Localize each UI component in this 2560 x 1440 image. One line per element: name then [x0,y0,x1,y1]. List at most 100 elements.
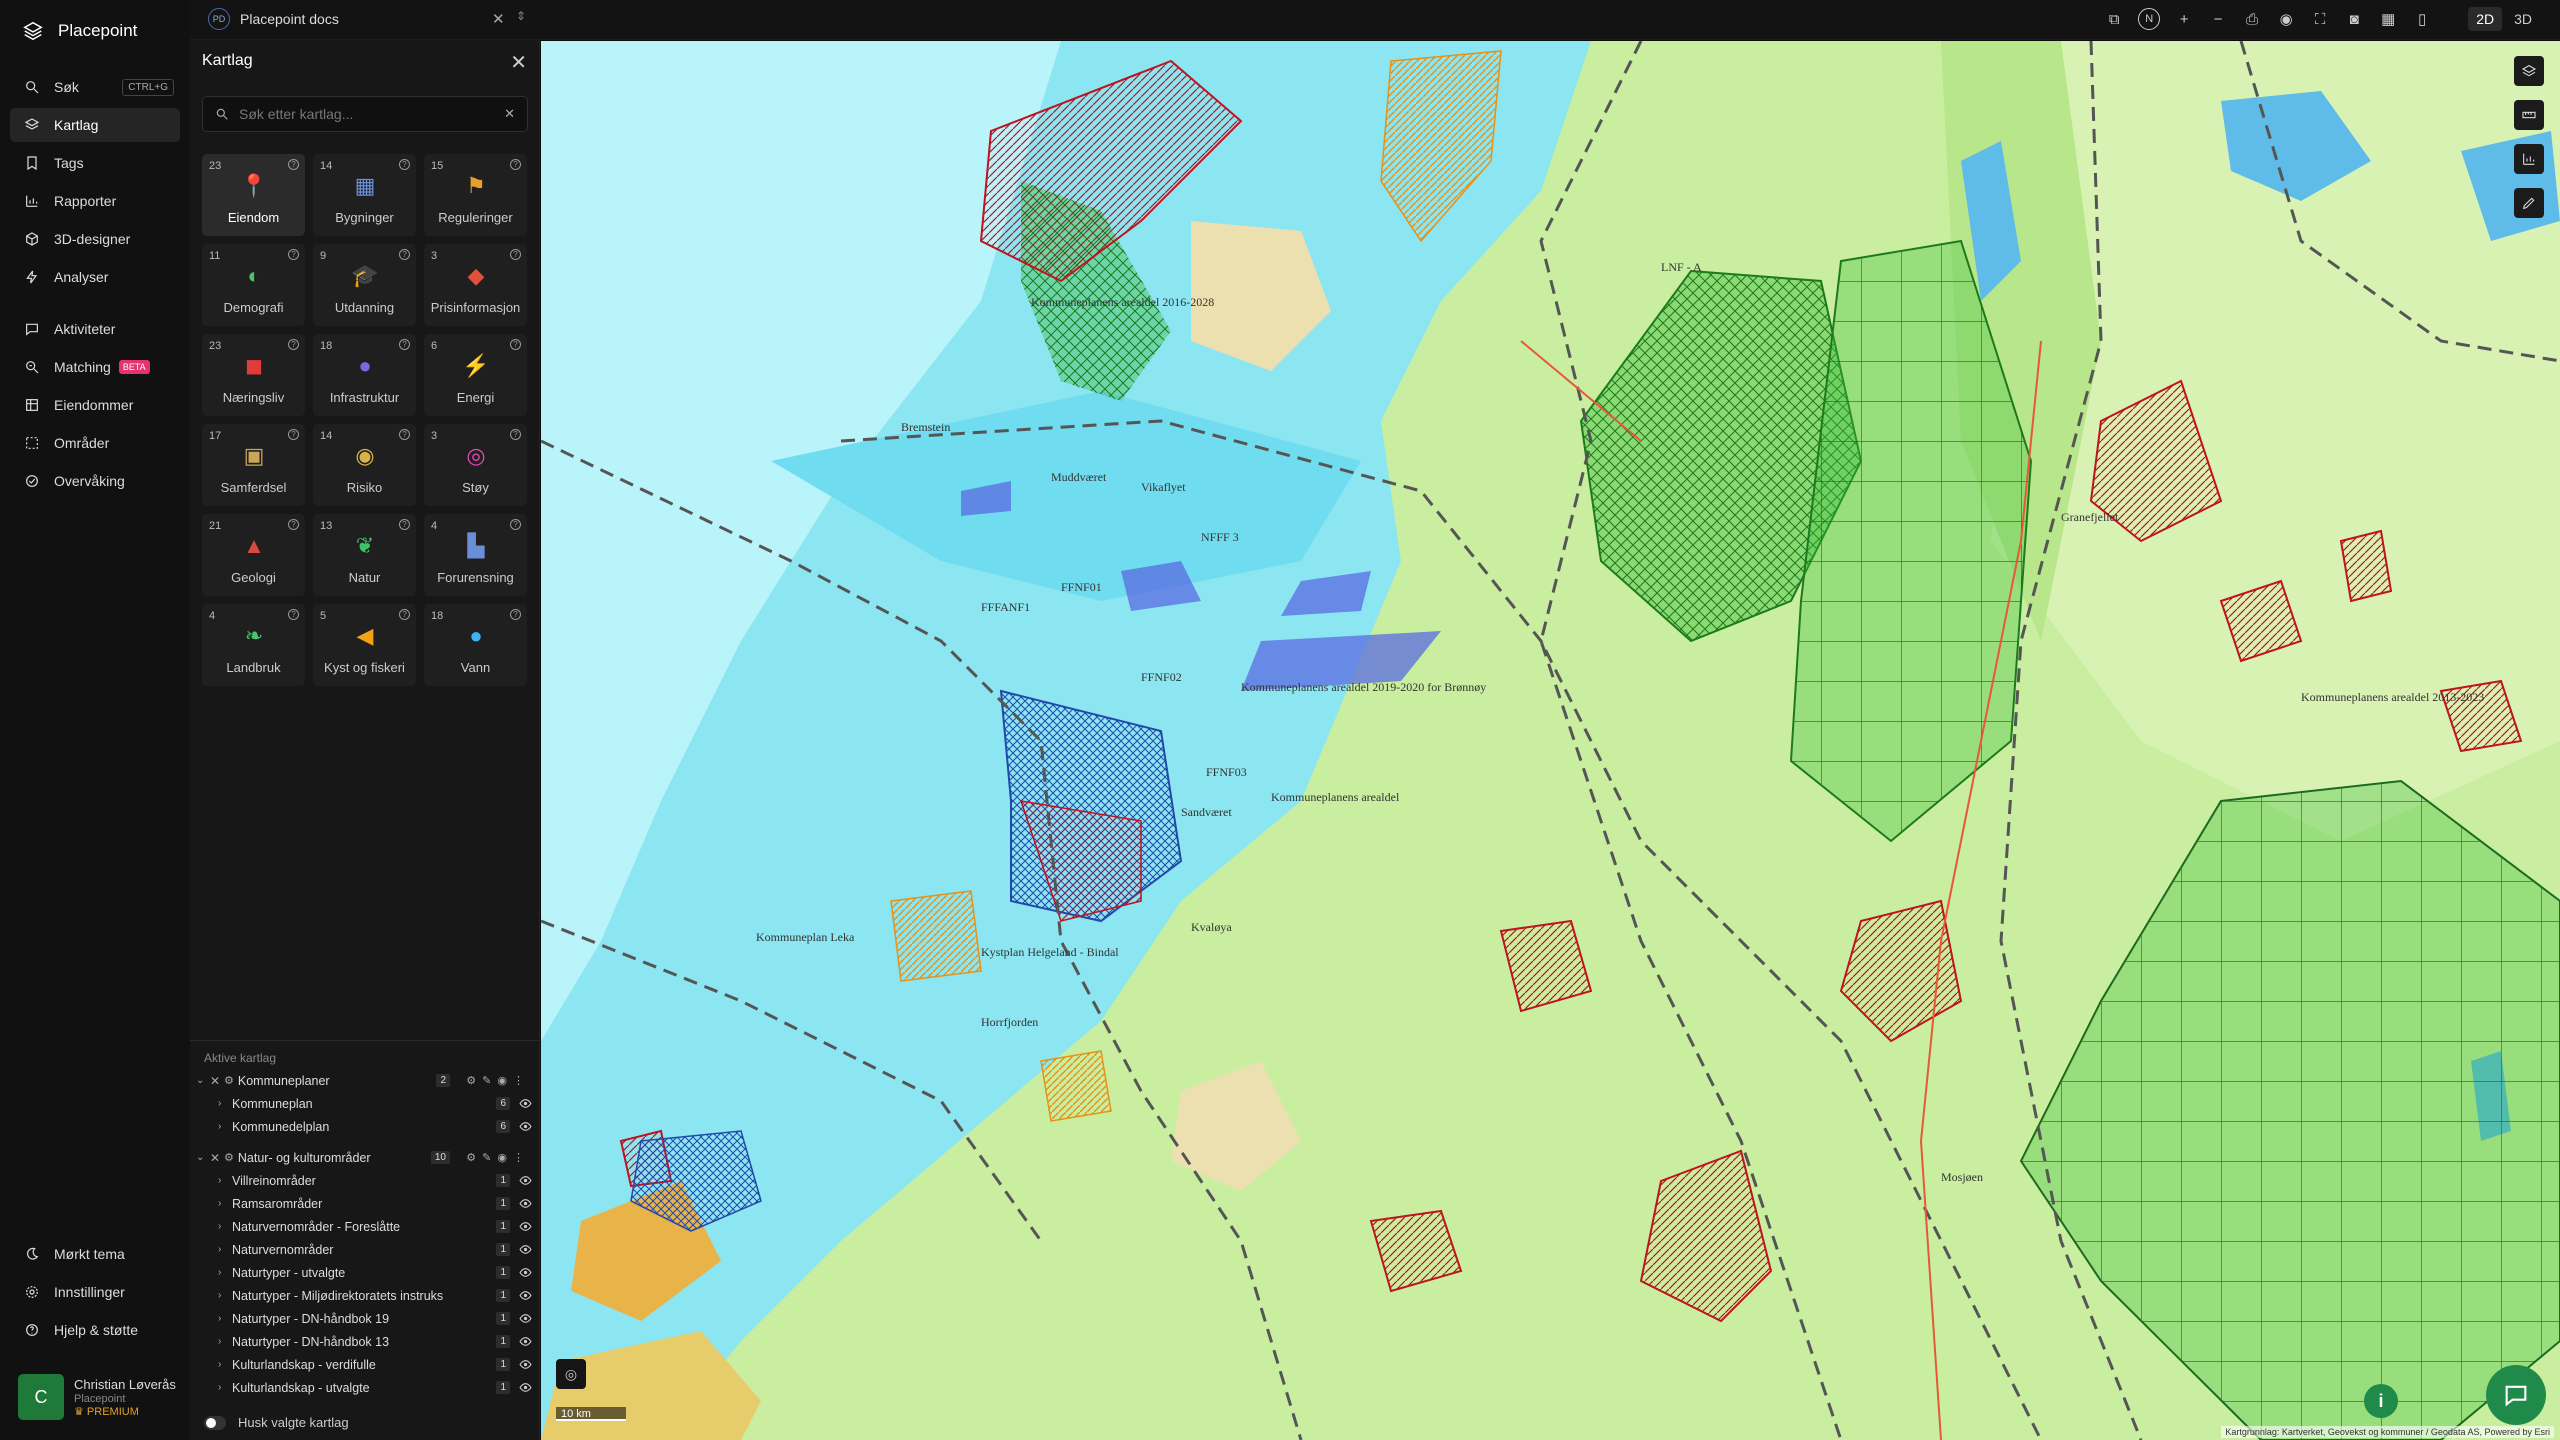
nav-item-search[interactable]: Søk CTRL+G [10,70,180,104]
layer-row[interactable]: › Naturvernområder 1 [190,1238,540,1261]
info-icon[interactable]: ? [288,159,299,170]
chevron-right-icon[interactable]: › [218,1290,232,1301]
map-view[interactable]: Kommuneplanens arealdel 2016-2028 Kommun… [541,41,2560,1440]
info-icon[interactable]: ? [288,609,299,620]
nav-item-overvaking[interactable]: Overvåking [10,464,180,498]
nav-item-kartlag[interactable]: Kartlag [10,108,180,142]
category-tile-vann[interactable]: 18? ● Vann [424,604,527,686]
chevron-right-icon[interactable]: › [218,1313,232,1324]
eye-icon[interactable] [519,1381,532,1394]
close-panel-icon[interactable]: ✕ [510,50,527,75]
info-icon[interactable]: ? [399,429,410,440]
category-tile-natur[interactable]: 13? ❦ Natur [313,514,416,596]
layer-row[interactable]: › Kommuneplan 6 [190,1092,540,1115]
info-icon[interactable]: ? [399,159,410,170]
nav-item-analyser[interactable]: Analyser [10,260,180,294]
remove-icon[interactable]: ✕ [210,1151,224,1165]
map-info-button[interactable]: ◎ [556,1359,586,1389]
remember-toggle[interactable] [204,1415,226,1430]
layer-row[interactable]: › Naturvernområder - Foreslåtte 1 [190,1215,540,1238]
eye-icon[interactable] [519,1197,532,1210]
nav-item-omrader[interactable]: Områder [10,426,180,460]
info-icon[interactable]: ? [510,339,521,350]
chat-support-button[interactable] [2486,1365,2546,1425]
settings-icon[interactable]: ⚙ [224,1074,234,1087]
eye-icon[interactable] [519,1097,532,1110]
info-icon[interactable]: ? [288,249,299,260]
chart-button[interactable] [2514,144,2544,174]
remove-icon[interactable]: ✕ [210,1074,224,1088]
layer-row[interactable]: › Ramsarområder 1 [190,1192,540,1215]
nav-item-3d-designer[interactable]: 3D-designer [10,222,180,256]
info-icon[interactable]: ? [510,519,521,530]
category-tile-energi[interactable]: 6? ⚡ Energi [424,334,527,416]
chevron-down-icon[interactable]: ⌄ [196,1152,210,1163]
eye-icon[interactable]: ◉ [2276,6,2296,32]
layer-row[interactable]: › Naturtyper - utvalgte 1 [190,1261,540,1284]
chevron-right-icon[interactable]: › [218,1244,232,1255]
layer-row[interactable]: › Kulturlandskap - verdifulle 1 [190,1353,540,1376]
chevron-right-icon[interactable]: › [218,1336,232,1347]
filter-icon[interactable]: ⚙ [466,1074,476,1087]
zoom-out-icon[interactable]: − [2208,6,2228,32]
layer-row[interactable]: › Kommunedelplan 6 [190,1115,540,1138]
remember-layers[interactable]: Husk valgte kartlag [204,1415,349,1430]
measure-button[interactable] [2514,100,2544,130]
category-tile-landbruk[interactable]: 4? ❧ Landbruk [202,604,305,686]
nav-item-matching[interactable]: Matching BETA [10,350,180,384]
nav-item-dark-theme[interactable]: Mørkt tema [10,1237,180,1271]
map-layers-button[interactable] [2514,56,2544,86]
view-2d-button[interactable]: 2D [2468,7,2503,31]
map-canvas[interactable]: Kommuneplanens arealdel 2016-2028 Kommun… [541,41,2560,1440]
chevron-right-icon[interactable]: › [218,1198,232,1209]
chevron-down-icon[interactable]: ⌄ [196,1075,210,1086]
layer-row[interactable]: › Kulturlandskap - utvalgte 1 [190,1376,540,1399]
category-tile-støy[interactable]: 3? ◎ Støy [424,424,527,506]
settings-icon[interactable]: ⚙ [224,1151,234,1164]
layer-group[interactable]: ⌄ ✕ ⚙ Kommuneplaner 2 ⚙ ✎ ◉ ⋮ [190,1069,540,1092]
info-icon[interactable]: ? [510,429,521,440]
grid-icon[interactable]: ▦ [2378,6,2398,32]
eye-icon[interactable]: ◉ [497,1074,507,1087]
category-tile-kyst-og-fiskeri[interactable]: 5? ◀ Kyst og fiskeri [313,604,416,686]
info-icon[interactable]: ? [399,339,410,350]
nav-item-settings[interactable]: Innstillinger [10,1275,180,1309]
nav-item-eiendommer[interactable]: Eiendommer [10,388,180,422]
nav-item-tags[interactable]: Tags [10,146,180,180]
category-tile-samferdsel[interactable]: 17? ▣ Samferdsel [202,424,305,506]
layers-stack-icon[interactable]: ⧉ [2104,6,2124,32]
bookmark-icon[interactable]: ▯ [2412,6,2432,32]
eye-icon[interactable] [519,1120,532,1133]
nav-item-help[interactable]: Hjelp & støtte [10,1313,180,1347]
info-icon[interactable]: ? [399,519,410,530]
category-tile-demografi[interactable]: 11? ◐ Demografi [202,244,305,326]
category-tile-forurensning[interactable]: 4? ▙ Forurensning [424,514,527,596]
nav-item-rapporter[interactable]: Rapporter [10,184,180,218]
chevron-right-icon[interactable]: › [218,1359,232,1370]
info-icon[interactable]: i [2364,1384,2398,1418]
chevron-right-icon[interactable]: › [218,1175,232,1186]
north-icon[interactable]: N [2138,8,2161,30]
eye-icon[interactable] [519,1358,532,1371]
user-profile[interactable]: C Christian Løverås Placepoint ♛ PREMIUM [18,1374,176,1420]
info-icon[interactable]: ? [510,159,521,170]
layer-group[interactable]: ⌄ ✕ ⚙ Natur- og kulturområder 10 ⚙ ✎ ◉ ⋮ [190,1146,540,1169]
more-icon[interactable]: ⋮ [513,1151,524,1164]
zoom-in-icon[interactable]: + [2174,6,2194,32]
eye-icon[interactable] [519,1243,532,1256]
eye-icon[interactable]: ◉ [497,1151,507,1164]
eye-icon[interactable] [519,1174,532,1187]
category-tile-geologi[interactable]: 21? ▲ Geologi [202,514,305,596]
nav-item-aktiviteter[interactable]: Aktiviteter [10,312,180,346]
document-selector[interactable]: PD Placepoint docs [208,8,339,30]
category-tile-eiendom[interactable]: 23? 📍 Eiendom [202,154,305,236]
eye-icon[interactable] [519,1335,532,1348]
eye-icon[interactable] [519,1220,532,1233]
camera-icon[interactable]: ◙ [2344,6,2364,32]
print-icon[interactable]: ⎙ [2242,6,2262,32]
chevron-updown-icon[interactable]: ⇕ [516,9,526,23]
fullscreen-icon[interactable]: ⛶ [2310,6,2330,32]
category-tile-næringsliv[interactable]: 23? ◼ Næringsliv [202,334,305,416]
filter-icon[interactable]: ⚙ [466,1151,476,1164]
info-icon[interactable]: ? [288,339,299,350]
